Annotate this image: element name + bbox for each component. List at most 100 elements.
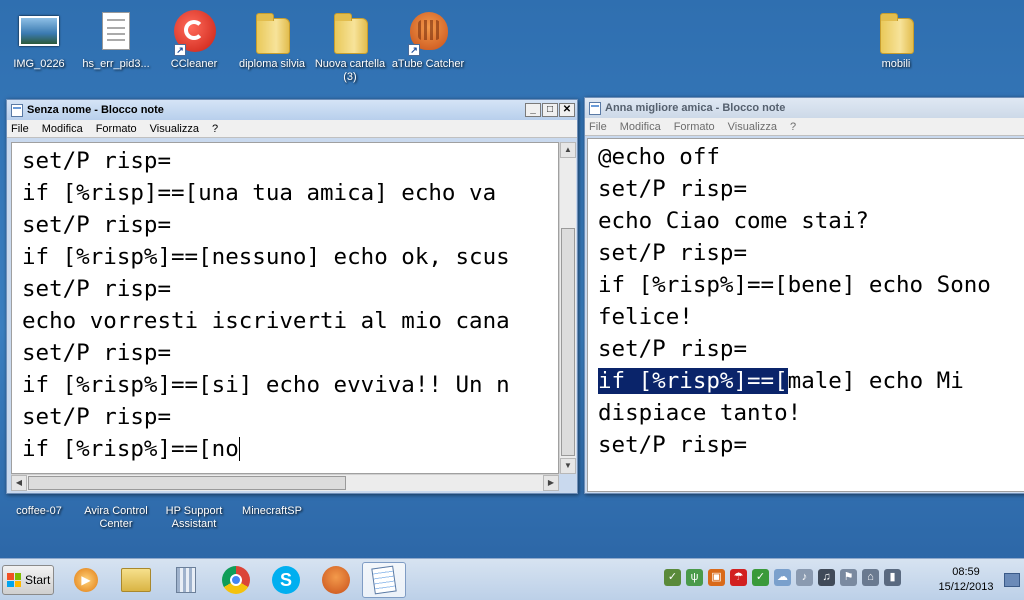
text-file-icon bbox=[92, 8, 140, 56]
chrome-icon bbox=[222, 566, 250, 594]
menu-file[interactable]: File bbox=[11, 123, 29, 135]
folder-icon bbox=[121, 568, 151, 592]
desktop-icon-nuova-cartella[interactable]: Nuova cartella (3) bbox=[311, 8, 389, 84]
scroll-thumb[interactable] bbox=[561, 228, 575, 456]
update-icon[interactable]: ✓ bbox=[752, 569, 769, 586]
start-button[interactable]: Start bbox=[2, 565, 54, 595]
battery-icon[interactable]: ▮ bbox=[884, 569, 901, 586]
minimize-button[interactable]: _ bbox=[525, 103, 541, 117]
network-icon[interactable]: ψ bbox=[686, 569, 703, 586]
vertical-scrollbar[interactable]: ▲ ▼ bbox=[559, 142, 576, 474]
horizontal-scrollbar[interactable]: ◀ ▶ bbox=[11, 474, 559, 491]
scroll-thumb[interactable] bbox=[28, 476, 346, 490]
desktop-icon-img-0226[interactable]: IMG_0226 bbox=[0, 8, 78, 71]
text-caret bbox=[238, 437, 240, 461]
desktop-icon-label: aTube Catcher bbox=[391, 58, 465, 70]
close-button[interactable]: ✕ bbox=[559, 103, 575, 117]
desktop-icon-ccleaner[interactable]: ↗ CCleaner bbox=[155, 8, 233, 71]
volume-icon[interactable]: ♪ bbox=[796, 569, 813, 586]
window-title: Anna migliore amica - Blocco note bbox=[605, 102, 786, 114]
scroll-up-arrow-icon[interactable]: ▲ bbox=[560, 142, 576, 158]
menu-visualizza[interactable]: Visualizza bbox=[728, 121, 777, 133]
desktop-icon-coffee-07[interactable]: coffee-07 bbox=[0, 503, 78, 518]
menu-modifica[interactable]: Modifica bbox=[42, 123, 83, 135]
editor-line-text: if [%risp%]==[no bbox=[22, 436, 239, 462]
editor-line: if [%risp%]==[nessuno] echo ok, scus bbox=[22, 244, 510, 270]
desktop-icon-label: MinecraftSP bbox=[242, 505, 302, 517]
menu-file[interactable]: File bbox=[589, 121, 607, 133]
system-clock[interactable]: 08:59 15/12/2013 bbox=[932, 565, 1000, 595]
scroll-down-arrow-icon[interactable]: ▼ bbox=[560, 458, 576, 474]
editor-line: @echo off bbox=[598, 144, 720, 170]
editor-line: set/P risp= bbox=[598, 240, 748, 266]
menu-bar: File Modifica Formato Visualizza ? bbox=[585, 118, 1024, 136]
editor-line-selected: if [%risp%]==[male] echo Mi bbox=[588, 365, 1024, 397]
taskbar: Start ▶ S ✓ ψ ▣ ☂ ✓ ☁ ♪ ♫ ⚑ ⌂ ▮ 08:59 15… bbox=[0, 558, 1024, 600]
editor-line: dispiace tanto! bbox=[598, 400, 802, 426]
editor-line: set/P risp= bbox=[22, 276, 172, 302]
notepad-icon bbox=[371, 565, 397, 595]
system-tray: ✓ ψ ▣ ☂ ✓ ☁ ♪ ♫ ⚑ ⌂ ▮ bbox=[664, 569, 901, 586]
title-bar[interactable]: Senza nome - Blocco note _ □ ✕ bbox=[7, 100, 577, 120]
scroll-left-arrow-icon[interactable]: ◀ bbox=[11, 475, 27, 491]
app-tray-icon[interactable]: ▣ bbox=[708, 569, 725, 586]
menu-help[interactable]: ? bbox=[790, 121, 796, 133]
title-bar[interactable]: Anna migliore amica - Blocco note bbox=[585, 98, 1024, 118]
editor-line: echo Ciao come stai? bbox=[598, 208, 869, 234]
text-editor[interactable]: @echo off set/P risp= echo Ciao come sta… bbox=[587, 138, 1024, 492]
calculator-icon bbox=[176, 567, 196, 593]
desktop-icon-mobili[interactable]: mobili bbox=[857, 8, 935, 71]
notepad-taskbar-button[interactable] bbox=[362, 562, 406, 598]
media-player-button[interactable]: ▶ bbox=[64, 562, 108, 598]
notepad-icon bbox=[11, 103, 23, 117]
maximize-button[interactable]: □ bbox=[542, 103, 558, 117]
folder-icon bbox=[248, 8, 296, 56]
menu-bar: File Modifica Formato Visualizza ? bbox=[7, 120, 577, 138]
security-icon[interactable]: ✓ bbox=[664, 569, 681, 586]
image-icon bbox=[15, 8, 63, 56]
action-center-flag-icon[interactable]: ⚑ bbox=[840, 569, 857, 586]
desktop-icon-avira[interactable]: Avira Control Center bbox=[77, 503, 155, 531]
editor-line: set/P risp= bbox=[22, 404, 172, 430]
menu-modifica[interactable]: Modifica bbox=[620, 121, 661, 133]
menu-formato[interactable]: Formato bbox=[96, 123, 137, 135]
notepad-icon bbox=[589, 101, 601, 115]
desktop-icon-label: IMG_0226 bbox=[13, 58, 65, 70]
desktop-icon-label: Nuova cartella (3) bbox=[314, 58, 386, 83]
notepad-window-inactive[interactable]: Anna migliore amica - Blocco note File M… bbox=[584, 97, 1024, 494]
desktop-icon-label: diploma silvia bbox=[238, 58, 306, 70]
desktop-icon-atube-catcher[interactable]: ↗ aTube Catcher bbox=[389, 8, 467, 71]
chrome-button[interactable] bbox=[214, 562, 258, 598]
desktop-icon-label: CCleaner bbox=[170, 58, 218, 70]
menu-help[interactable]: ? bbox=[212, 123, 218, 135]
scroll-right-arrow-icon[interactable]: ▶ bbox=[543, 475, 559, 491]
menu-visualizza[interactable]: Visualizza bbox=[150, 123, 199, 135]
editor-line: set/P risp= bbox=[22, 212, 172, 238]
windows-flag-icon bbox=[7, 573, 21, 587]
desktop-icon-hp-support[interactable]: HP Support Assistant bbox=[155, 503, 233, 531]
show-desktop-button[interactable] bbox=[1004, 573, 1020, 587]
notepad-window-active[interactable]: Senza nome - Blocco note _ □ ✕ File Modi… bbox=[6, 99, 578, 494]
skype-button[interactable]: S bbox=[264, 562, 308, 598]
text-editor[interactable]: set/P risp= if [%risp]==[una tua amica] … bbox=[11, 142, 559, 474]
cloud-icon[interactable]: ☁ bbox=[774, 569, 791, 586]
calculator-button[interactable] bbox=[164, 562, 208, 598]
media-tray-icon[interactable]: ♫ bbox=[818, 569, 835, 586]
editor-line: set/P risp= bbox=[22, 148, 172, 174]
desktop-icon-label: HP Support Assistant bbox=[165, 505, 223, 530]
menu-formato[interactable]: Formato bbox=[674, 121, 715, 133]
desktop-icon-diploma-silvia[interactable]: diploma silvia bbox=[233, 8, 311, 71]
atube-catcher-button[interactable] bbox=[314, 562, 358, 598]
editor-line: felice! bbox=[598, 304, 693, 330]
editor-line: if [%risp%]==[bene] echo Sono bbox=[598, 272, 991, 298]
window-title: Senza nome - Blocco note bbox=[27, 104, 164, 116]
desktop-icon-minecraftsp[interactable]: MinecraftSP bbox=[233, 503, 311, 518]
avira-icon[interactable]: ☂ bbox=[730, 569, 747, 586]
devices-icon[interactable]: ⌂ bbox=[862, 569, 879, 586]
desktop-icon-hs-err[interactable]: hs_err_pid3... bbox=[77, 8, 155, 71]
editor-line: set/P risp= bbox=[598, 432, 748, 458]
atube-catcher-icon: ↗ bbox=[404, 8, 452, 56]
explorer-button[interactable] bbox=[114, 562, 158, 598]
editor-line: set/P risp= bbox=[598, 336, 748, 362]
desktop-icon-label: hs_err_pid3... bbox=[82, 58, 150, 70]
